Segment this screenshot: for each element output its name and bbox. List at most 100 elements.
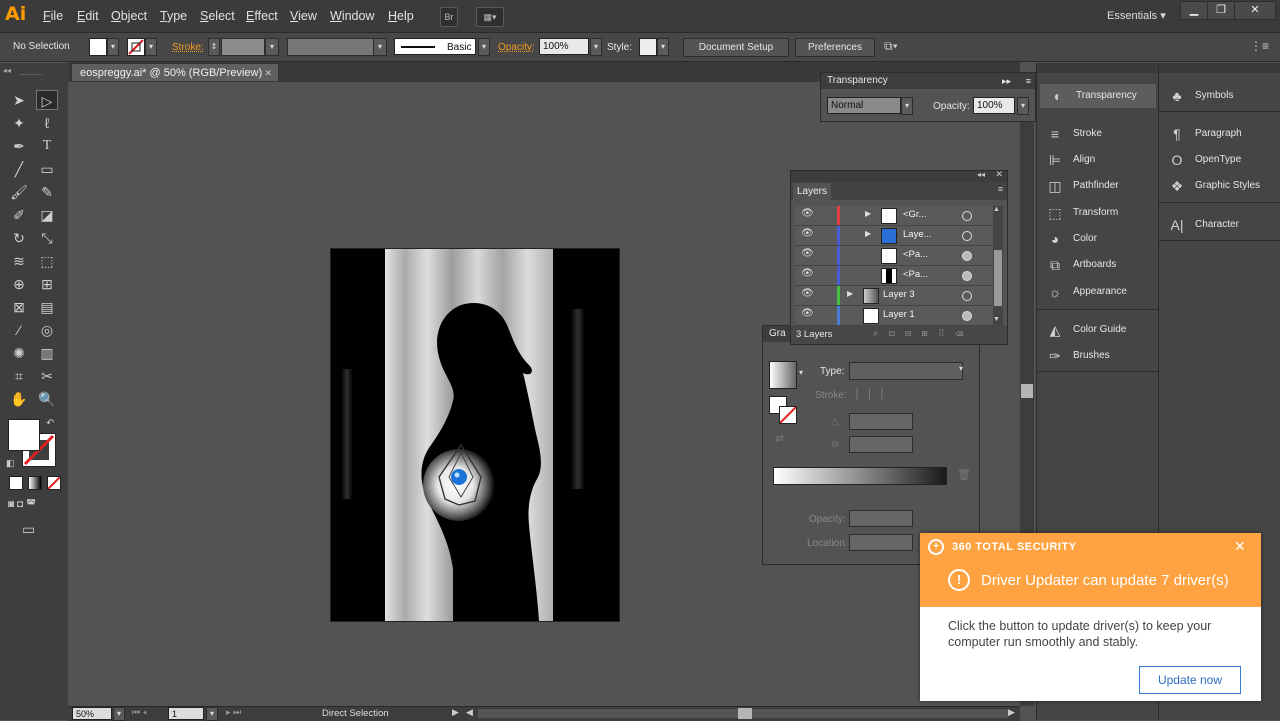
status-menu-arrow[interactable]: ▶ [452, 707, 459, 718]
layers-scroll-down-icon[interactable]: ▼ [993, 316, 1000, 323]
brush-dropdown-arrow[interactable]: ▾ [478, 38, 490, 56]
symbol-sprayer-tool-icon[interactable]: ✺ [8, 343, 30, 363]
menu-object[interactable]: Object [111, 9, 147, 23]
menu-select[interactable]: Select [200, 9, 235, 23]
mesh-tool-icon[interactable]: ⊠ [8, 297, 30, 317]
artboard[interactable] [330, 248, 620, 622]
shape-builder-tool-icon[interactable]: ⊕ [8, 274, 30, 294]
visibility-eye-icon[interactable]: 👁 [801, 308, 814, 322]
target-circle-icon[interactable] [962, 251, 972, 261]
menu-type[interactable]: Type [160, 9, 187, 23]
visibility-eye-icon[interactable]: 👁 [801, 248, 814, 262]
dock-item-color[interactable]: ◕ Color [1037, 227, 1158, 251]
target-circle-icon[interactable] [962, 271, 972, 281]
layers-scrollbar[interactable]: ▲ ▼ [993, 206, 1003, 326]
layer-name[interactable]: <Pa... [903, 269, 928, 280]
magic-wand-tool-icon[interactable]: ✦ [8, 113, 30, 133]
dock-item-appearance[interactable]: ☼ Appearance [1037, 280, 1158, 304]
rotate-tool-icon[interactable]: ↻ [8, 228, 30, 248]
dock-column-2-grip[interactable] [1159, 63, 1280, 73]
zoom-field[interactable]: 50% [72, 707, 112, 720]
gradient-type-select[interactable] [849, 362, 963, 380]
arrange-documents-icon[interactable]: ▦▾ [476, 7, 504, 27]
bridge-icon[interactable]: Br [440, 7, 458, 27]
dock-item-align[interactable]: ⊫ Align [1037, 148, 1158, 172]
live-paint-tool-icon[interactable]: ⊞ [36, 274, 58, 294]
notification-close-icon[interactable]: ✕ [1234, 538, 1246, 555]
document-tab[interactable]: eospreggy.ai* @ 50% (RGB/Preview) ✕ [71, 63, 279, 81]
opacity-label[interactable]: Opacity: [498, 42, 535, 53]
slice-tool-icon[interactable]: ✂ [36, 366, 58, 386]
horizontal-scroll-thumb[interactable] [738, 708, 752, 719]
transparency-panel-header[interactable]: Transparency ▸▸ ≡ [821, 73, 1035, 89]
layer-row[interactable]: 👁 ▶ <Gr... [795, 206, 993, 226]
column-graph-tool-icon[interactable]: ▥ [36, 343, 58, 363]
menu-window[interactable]: Window [330, 9, 374, 23]
scroll-left-arrow[interactable]: ◀ [466, 707, 473, 718]
minimize-button[interactable]: ▁ [1180, 1, 1208, 20]
direct-selection-tool-icon[interactable]: ▷ [36, 90, 58, 110]
style-dropdown-arrow[interactable]: ▾ [657, 38, 669, 56]
blob-brush-tool-icon[interactable]: ✐ [8, 205, 30, 225]
gradient-preview[interactable] [769, 361, 797, 389]
layer-name[interactable]: Layer 1 [883, 309, 915, 320]
layer-row[interactable]: 👁 Layer 1 [795, 306, 993, 326]
dock-item-pathfinder[interactable]: ◫ Pathfinder [1037, 174, 1158, 198]
dock-item-brushes[interactable]: ✑ Brushes [1037, 344, 1158, 368]
panel-collapse-icon[interactable]: ▸▸ [1002, 73, 1011, 89]
tools-grip[interactable] [20, 74, 42, 77]
layer-name[interactable]: <Pa... [903, 249, 928, 260]
close-window-button[interactable]: ✕ [1234, 1, 1276, 20]
delete-stop-icon[interactable]: 🗑 [957, 468, 971, 481]
warp-tool-icon[interactable]: ≋ [8, 251, 30, 271]
swap-colors-icon[interactable]: ↶ [46, 418, 54, 429]
hand-tool-icon[interactable]: ✋ [8, 389, 30, 409]
close-document-icon[interactable]: ✕ [264, 64, 272, 82]
vertical-scroll-thumb[interactable] [1021, 384, 1033, 398]
reverse-gradient-icon[interactable]: ⇄ [775, 432, 784, 445]
fill-swatch[interactable] [89, 38, 107, 56]
update-now-button[interactable]: Update now [1139, 666, 1241, 694]
variable-width-profile[interactable] [287, 38, 375, 56]
layers-collapse-icon[interactable]: ◂◂ [977, 170, 985, 179]
dock-item-symbols[interactable]: ♣ Symbols [1159, 84, 1280, 108]
opacity-field[interactable]: 100% [539, 38, 589, 55]
gradient-stroke-icon[interactable] [779, 406, 797, 424]
pen-tool-icon[interactable]: ✒ [8, 136, 30, 156]
dock-item-character[interactable]: A| Character [1159, 213, 1280, 237]
panel-menu-icon[interactable]: ⋮≡ [1250, 39, 1269, 53]
gradient-tool-icon[interactable]: ▤ [36, 297, 58, 317]
default-colors-icon[interactable]: ◧ [6, 458, 15, 469]
eyedropper-tool-icon[interactable]: ⁄ [8, 320, 30, 340]
menu-view[interactable]: View [290, 9, 317, 23]
target-circle-icon[interactable] [962, 231, 972, 241]
menu-edit[interactable]: Edit [77, 9, 99, 23]
selection-tool-icon[interactable]: ➤ [8, 90, 30, 110]
collapse-tools-icon[interactable]: ◂◂ [3, 66, 11, 75]
transparency-opacity-arrow[interactable]: ▾ [1017, 97, 1029, 115]
fill-dropdown-arrow[interactable]: ▾ [107, 38, 119, 56]
stroke-swatch[interactable] [127, 38, 145, 56]
screen-mode-icon[interactable]: ▭ [22, 521, 35, 538]
pencil-tool-icon[interactable]: ✎ [36, 182, 58, 202]
blend-tool-icon[interactable]: ◎ [36, 320, 58, 340]
aspect-ratio-field[interactable] [849, 436, 913, 453]
transparency-opacity-field[interactable]: 100% [973, 97, 1015, 114]
blend-mode-select[interactable]: Normal [827, 97, 901, 114]
free-transform-tool-icon[interactable]: ⬚ [36, 251, 58, 271]
profile-dropdown-arrow[interactable]: ▾ [373, 38, 387, 56]
stroke-gradient-modes-icon[interactable]: ▕▕▕ [849, 388, 911, 404]
last-artboard-icon[interactable]: ▸ ⏭ [226, 707, 241, 718]
stroke-label[interactable]: Stroke: [172, 42, 204, 53]
dock-item-color-guide[interactable]: ◭ Color Guide [1037, 318, 1158, 342]
restore-button[interactable]: ❐ [1207, 1, 1235, 20]
layers-close-icon[interactable]: ✕ [995, 169, 1003, 180]
zoom-tool-icon[interactable]: 🔍 [36, 389, 58, 409]
visibility-eye-icon[interactable]: 👁 [801, 288, 814, 302]
layers-tab[interactable]: Layers [793, 183, 831, 200]
type-tool-icon[interactable]: T [36, 136, 58, 156]
menu-file[interactable]: File [43, 9, 63, 23]
layers-panel-titlebar[interactable]: ◂◂ ✕ [791, 169, 1007, 182]
gradient-type-arrow[interactable]: ▾ [959, 364, 963, 373]
artboard-tool-icon[interactable]: ⌗ [8, 366, 30, 386]
